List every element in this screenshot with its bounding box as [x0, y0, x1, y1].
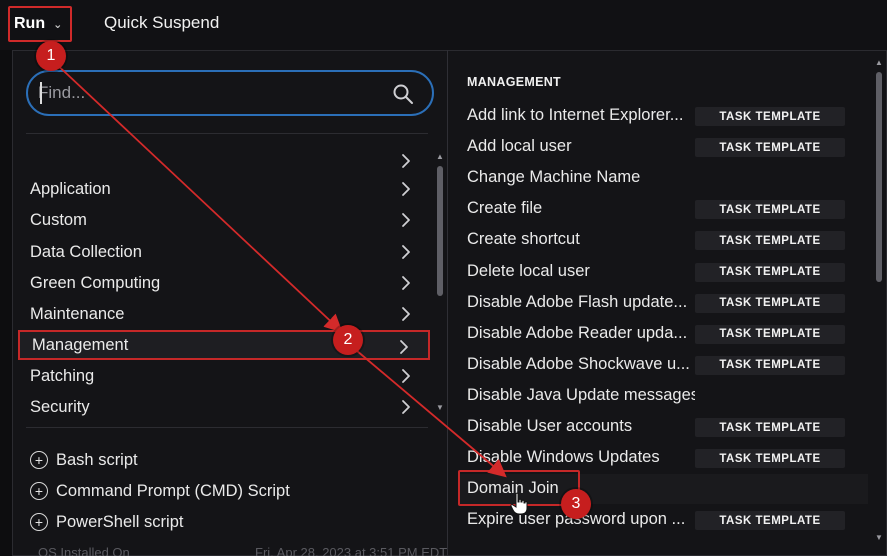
task-name: Disable Adobe Reader upda...	[467, 323, 688, 342]
scroll-down-icon[interactable]: ▼	[875, 533, 883, 542]
chevron-right-icon	[402, 154, 410, 168]
hand-pointer-icon	[510, 492, 528, 515]
task-item[interactable]: Change Machine Name	[458, 163, 868, 193]
task-name: Disable Windows Updates	[467, 448, 660, 467]
chevron-right-icon	[402, 276, 410, 290]
scrollbar-thumb[interactable]	[876, 72, 882, 282]
chevron-right-icon	[402, 213, 410, 227]
category-label: Patching	[30, 366, 95, 385]
category-item-scrolled[interactable]	[18, 146, 430, 176]
chevron-right-icon	[402, 182, 410, 196]
task-item[interactable]: Add local user TASK TEMPLATE	[458, 132, 868, 162]
task-name: Create file	[467, 199, 543, 218]
category-item-application[interactable]: Application	[18, 174, 430, 204]
category-scrollbar[interactable]: ▲ ▼	[435, 152, 445, 412]
task-item[interactable]: Delete local user TASK TEMPLATE	[458, 257, 868, 287]
task-name: Change Machine Name	[467, 168, 641, 187]
task-name: Delete local user	[467, 261, 590, 280]
new-script-item[interactable]: + PowerShell script	[30, 509, 183, 535]
chevron-right-icon	[400, 340, 408, 354]
top-toolbar: Run ⌄ Quick Suspend	[0, 0, 887, 50]
task-template-badge: TASK TEMPLATE	[695, 138, 845, 158]
task-template-badge: TASK TEMPLATE	[695, 293, 845, 313]
new-script-item[interactable]: + Command Prompt (CMD) Script	[30, 478, 290, 504]
task-item[interactable]: Disable User accounts TASK TEMPLATE	[458, 412, 868, 442]
task-item[interactable]: Disable Adobe Shockwave u... TASK TEMPLAT…	[458, 350, 868, 380]
category-label: Green Computing	[30, 273, 161, 292]
task-template-badge: TASK TEMPLATE	[695, 231, 845, 251]
task-item[interactable]: Create shortcut TASK TEMPLATE	[458, 225, 868, 255]
management-heading: MANAGEMENT	[467, 75, 561, 89]
chevron-down-icon: ⌄	[53, 18, 63, 31]
plus-circle-icon: +	[30, 451, 48, 469]
plus-circle-icon: +	[30, 513, 48, 531]
step-badge-2: 2	[333, 325, 363, 355]
script-label: PowerShell script	[56, 512, 184, 531]
scroll-down-icon[interactable]: ▼	[436, 403, 444, 412]
task-template-badge: TASK TEMPLATE	[695, 511, 845, 531]
search-icon[interactable]	[392, 83, 414, 105]
task-template-badge: TASK TEMPLATE	[695, 200, 845, 220]
category-item-data-collection[interactable]: Data Collection	[18, 237, 430, 267]
task-item[interactable]: Disable Windows Updates TASK TEMPLATE	[458, 443, 868, 473]
step-badge-1: 1	[36, 41, 66, 71]
category-item-security[interactable]: Security	[18, 392, 430, 422]
search-separator	[26, 133, 428, 134]
chevron-right-icon	[402, 369, 410, 383]
category-label: Data Collection	[30, 242, 142, 261]
task-name: Add link to Internet Explorer...	[467, 106, 684, 124]
plus-circle-icon: +	[30, 482, 48, 500]
category-label: Maintenance	[30, 304, 125, 323]
chevron-right-icon	[402, 307, 410, 321]
script-label: Command Prompt (CMD) Script	[56, 481, 290, 500]
task-name: Create shortcut	[467, 230, 580, 249]
quick-suspend-button[interactable]: Quick Suspend	[104, 13, 219, 33]
task-item[interactable]: Disable Adobe Flash update... TASK TEMPLA…	[458, 288, 868, 318]
panel-divider	[447, 50, 448, 556]
background-field-value: Fri, Apr 28, 2023 at 3:51 PM EDT	[255, 545, 448, 556]
scrollbar-thumb[interactable]	[437, 166, 443, 296]
new-script-item[interactable]: + Bash script	[30, 447, 138, 473]
category-item-custom[interactable]: Custom	[18, 205, 430, 235]
text-caret	[40, 82, 42, 104]
run-button-label: Run	[14, 15, 46, 32]
task-template-badge: TASK TEMPLATE	[695, 449, 845, 469]
category-item-management[interactable]: Management	[18, 330, 430, 360]
task-template-badge: TASK TEMPLATE	[695, 324, 845, 344]
task-item[interactable]: Add link to Internet Explorer... TASK TEM…	[458, 101, 868, 131]
task-template-badge: TASK TEMPLATE	[695, 418, 845, 437]
category-label: Management	[32, 335, 129, 354]
chevron-right-icon	[402, 245, 410, 259]
scroll-up-icon[interactable]: ▲	[436, 152, 444, 161]
task-name: Disable User accounts	[467, 417, 633, 435]
scroll-up-icon[interactable]: ▲	[875, 58, 883, 67]
find-input[interactable]	[38, 78, 378, 108]
chevron-right-icon	[402, 400, 410, 414]
task-item[interactable]: Create file TASK TEMPLATE	[458, 194, 868, 224]
find-search-box[interactable]	[26, 70, 434, 116]
task-template-badge: TASK TEMPLATE	[695, 107, 845, 126]
step-badge-3: 3	[561, 489, 591, 519]
task-name: Disable Java Update messages	[467, 385, 695, 404]
category-item-patching[interactable]: Patching	[18, 361, 430, 391]
task-name: Disable Adobe Shockwave u...	[467, 354, 690, 373]
task-scrollbar[interactable]: ▲ ▼	[873, 58, 885, 542]
run-menu-button[interactable]: Run ⌄	[8, 6, 72, 42]
task-item[interactable]: Disable Java Update messages	[458, 381, 868, 411]
category-item-green-computing[interactable]: Green Computing	[18, 268, 430, 298]
background-field-label: OS Installed On	[38, 545, 130, 556]
task-name: Add local user	[467, 137, 572, 156]
task-name: Disable Adobe Flash update...	[467, 292, 688, 311]
task-template-badge: TASK TEMPLATE	[695, 262, 845, 282]
category-label: Custom	[30, 210, 87, 229]
scripts-separator	[26, 427, 428, 428]
task-template-badge: TASK TEMPLATE	[695, 355, 845, 375]
category-item-maintenance[interactable]: Maintenance	[18, 299, 430, 329]
task-item[interactable]: Disable Adobe Reader upda... TASK TEMPLAT…	[458, 319, 868, 349]
script-label: Bash script	[56, 450, 138, 469]
category-label: Security	[30, 397, 90, 416]
category-label: Application	[30, 179, 111, 198]
